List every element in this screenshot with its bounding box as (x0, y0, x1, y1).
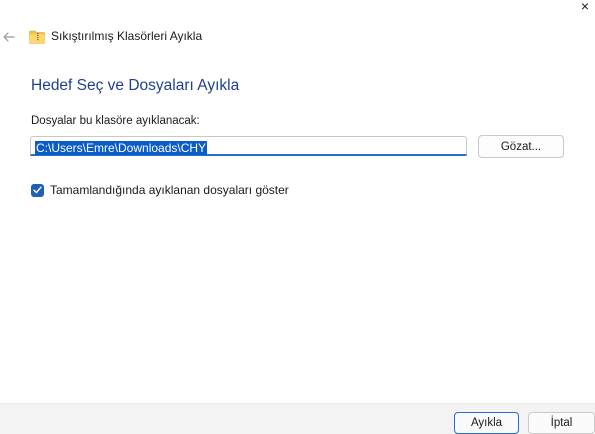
browse-button[interactable]: Gözat... (478, 135, 564, 158)
destination-path-value: C:\Users\Emre\Downloads\CHY (35, 141, 208, 155)
show-files-option[interactable]: Tamamlandığında ayıklanan dosyaları göst… (31, 183, 289, 197)
checkmark-icon (33, 186, 42, 194)
show-files-checkbox[interactable] (31, 183, 44, 197)
cancel-button[interactable]: İptal (528, 412, 595, 434)
extract-wizard-window: × Sıkıştırılmış Klasörleri Ayıkla Hedef … (0, 0, 595, 434)
compressed-folder-icon (29, 30, 45, 44)
destination-path-input[interactable]: C:\Users\Emre\Downloads\CHY (30, 136, 467, 156)
close-icon: × (580, 0, 590, 14)
extract-button[interactable]: Ayıkla (454, 412, 519, 434)
close-button[interactable]: × (575, 0, 595, 14)
window-title: Sıkıştırılmış Klasörleri Ayıkla (51, 29, 203, 43)
back-button[interactable] (2, 28, 16, 46)
page-title: Hedef Seç ve Dosyaları Ayıkla (31, 77, 240, 94)
arrow-left-icon (3, 32, 15, 42)
destination-label: Dosyalar bu klasöre ayıklanacak: (31, 115, 200, 127)
show-files-label: Tamamlandığında ayıklanan dosyaları göst… (50, 183, 289, 197)
